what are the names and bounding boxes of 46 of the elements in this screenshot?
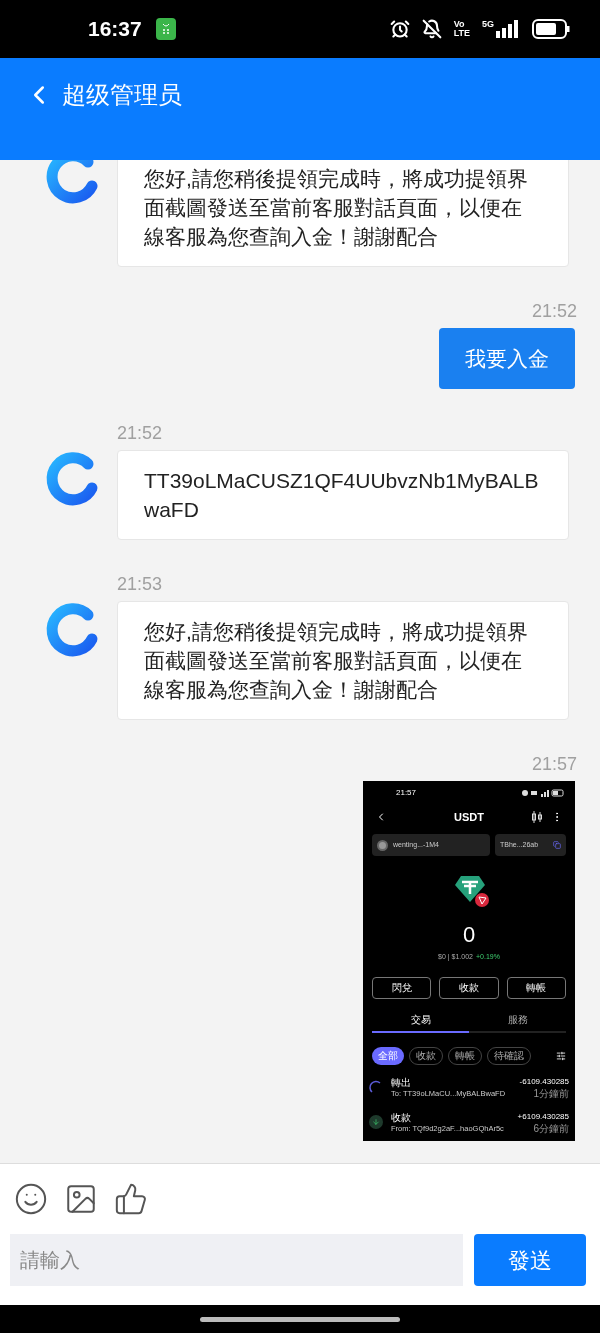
filter-icon[interactable]	[556, 1050, 566, 1061]
battery-icon	[532, 19, 570, 39]
emoji-icon[interactable]	[14, 1182, 48, 1216]
candlestick-icon[interactable]	[531, 811, 543, 823]
transaction-time: 6分鐘前	[533, 1122, 569, 1135]
pending-spinner-icon	[369, 1080, 383, 1094]
network-type: 5G	[482, 20, 494, 29]
message-time: 21:57	[531, 753, 577, 776]
screen-title: USDT	[454, 809, 484, 825]
alarm-icon	[389, 19, 410, 39]
send-button[interactable]: 發送	[474, 1234, 586, 1286]
token-logo-icon	[453, 874, 491, 908]
message-bubble: TT39oLMaCUSZ1QF4UUbvzNb1MyBALBwaFD	[117, 450, 569, 540]
message-bubble: 您好,請您稍後提領完成時，將成功提領界面截圖發送至當前客服對話頁面，以便在線客服為您查詢入金！謝謝配合	[117, 160, 569, 267]
action-button[interactable]: 閃兌	[372, 976, 432, 999]
message-time: 21:52	[531, 300, 577, 323]
message-bubble: 我要入金	[439, 328, 575, 389]
image-icon[interactable]	[64, 1182, 98, 1216]
action-button[interactable]: 轉帳	[506, 976, 566, 999]
clock: 16:37	[88, 16, 142, 43]
thumbs-up-icon[interactable]	[114, 1182, 148, 1216]
tab[interactable]: 服務	[469, 1008, 566, 1033]
message-input[interactable]: 請輸入	[10, 1234, 463, 1286]
filter-chip[interactable]: 全部	[372, 1046, 404, 1065]
message-time: 21:52	[117, 422, 164, 445]
coin-icon	[377, 839, 388, 851]
home-indicator[interactable]	[200, 1316, 400, 1322]
receive-icon	[369, 1115, 383, 1129]
message-bubble: 您好,請您稍後提領完成時，將成功提領界面截圖發送至當前客服對話頁面，以便在線客服為您查詢入金！謝謝配合	[117, 601, 569, 720]
action-button[interactable]: 收款	[439, 976, 499, 999]
transaction-title: 收款	[391, 1110, 412, 1124]
transaction-time: 1分鐘前	[533, 1087, 569, 1100]
transaction-title: 轉出	[391, 1075, 412, 1089]
volte-bottom-label: LTE	[453, 29, 470, 38]
message-time: 21:53	[117, 573, 164, 596]
status-time: 21:57	[396, 787, 417, 799]
app-notification-icon	[155, 18, 176, 40]
status-icons	[521, 789, 567, 797]
chat-title: 超级管理员	[62, 80, 182, 110]
signal-icon	[496, 20, 520, 38]
balance: 0	[462, 922, 476, 948]
transaction-amount: -6109.430285	[519, 1075, 569, 1088]
volte-top-label: Vo	[453, 20, 466, 29]
muted-bell-icon	[421, 19, 442, 39]
transaction-amount: +6109.430285	[517, 1110, 569, 1123]
tab[interactable]: 交易	[372, 1008, 469, 1033]
